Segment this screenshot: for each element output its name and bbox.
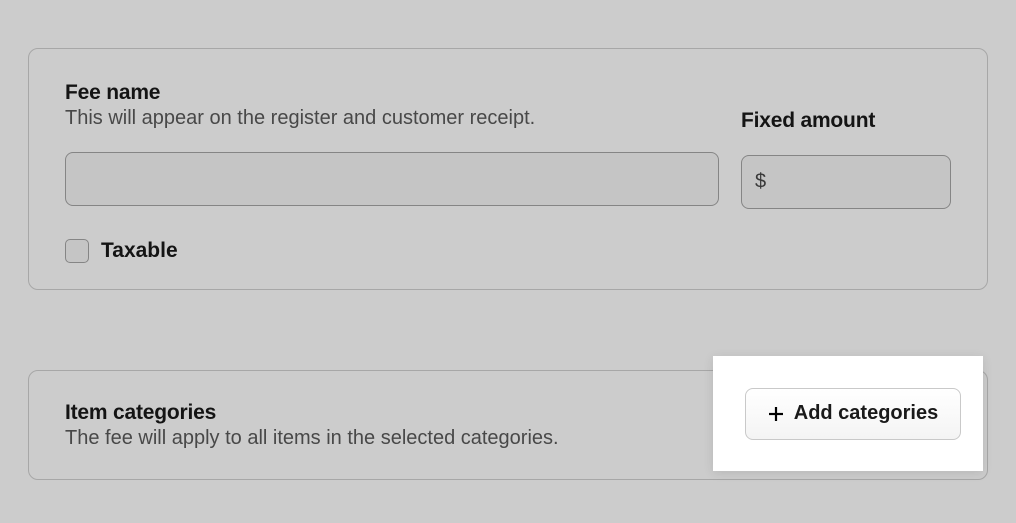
item-categories-title: Item categories	[65, 401, 559, 425]
plus-icon	[768, 406, 784, 422]
fee-name-label: Fee name	[65, 81, 719, 105]
fee-name-section: Fee name This will appear on the registe…	[65, 81, 719, 209]
currency-prefix: $	[755, 171, 766, 194]
add-categories-label: Add categories	[794, 402, 938, 425]
fixed-amount-section: Fixed amount $	[741, 81, 951, 209]
taxable-label: Taxable	[101, 239, 178, 263]
fixed-amount-label: Fixed amount	[741, 109, 951, 133]
fee-name-help: This will appear on the register and cus…	[65, 107, 719, 130]
item-categories-help: The fee will apply to all items in the s…	[65, 427, 559, 450]
taxable-checkbox[interactable]	[65, 239, 89, 263]
fee-name-input[interactable]	[65, 152, 719, 206]
add-categories-button[interactable]: Add categories	[745, 388, 961, 440]
fixed-amount-input[interactable]	[741, 155, 951, 209]
fee-card: Fee name This will appear on the registe…	[28, 48, 988, 290]
spotlight-region: Add categories	[713, 356, 983, 471]
